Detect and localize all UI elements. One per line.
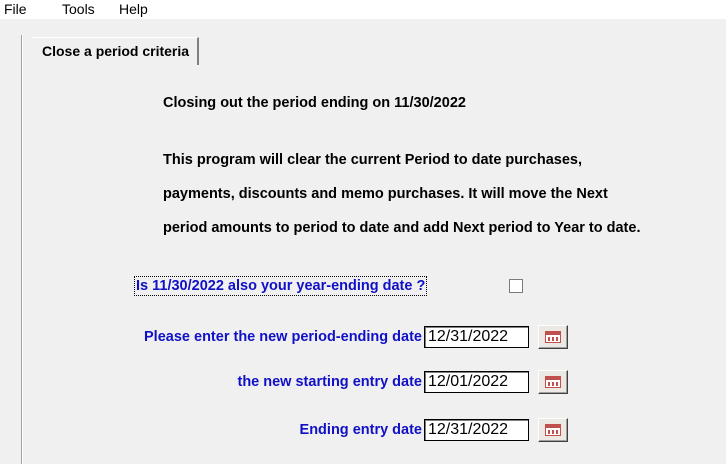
year-end-checkbox[interactable]	[509, 279, 523, 293]
new-starting-entry-date-label: the new starting entry date	[237, 374, 422, 390]
tab-close-period-criteria[interactable]: Close a period criteria	[32, 37, 200, 65]
description-line-3: period amounts to period to date and add…	[163, 220, 641, 236]
tab-label: Close a period criteria	[42, 43, 190, 59]
menu-tools[interactable]: Tools	[58, 0, 99, 19]
calendar-icon	[545, 424, 561, 436]
year-end-question-label[interactable]: Is 11/30/2022 also your year-ending date…	[133, 276, 428, 296]
calendar-icon	[545, 376, 561, 388]
menu-file[interactable]: File	[0, 0, 31, 19]
ending-entry-date-picker-button[interactable]	[538, 418, 568, 442]
ending-entry-date-label: Ending entry date	[299, 422, 422, 438]
new-period-ending-date-label: Please enter the new period-ending date	[144, 329, 422, 345]
period-ending-date-picker-button[interactable]	[538, 325, 568, 349]
description-line-1: This program will clear the current Peri…	[163, 152, 582, 168]
calendar-icon	[545, 331, 561, 343]
menu-help[interactable]: Help	[115, 0, 152, 19]
starting-entry-date-picker-button[interactable]	[538, 370, 568, 394]
closing-period-text: Closing out the period ending on 11/30/2…	[163, 95, 466, 111]
new-period-ending-date-input[interactable]: 12/31/2022	[424, 326, 529, 348]
menu-bar: File Tools Help	[0, 0, 726, 19]
description-line-2: payments, discounts and memo purchases. …	[163, 186, 608, 202]
ending-entry-date-input[interactable]: 12/31/2022	[424, 419, 529, 441]
new-starting-entry-date-input[interactable]: 12/01/2022	[424, 371, 529, 393]
